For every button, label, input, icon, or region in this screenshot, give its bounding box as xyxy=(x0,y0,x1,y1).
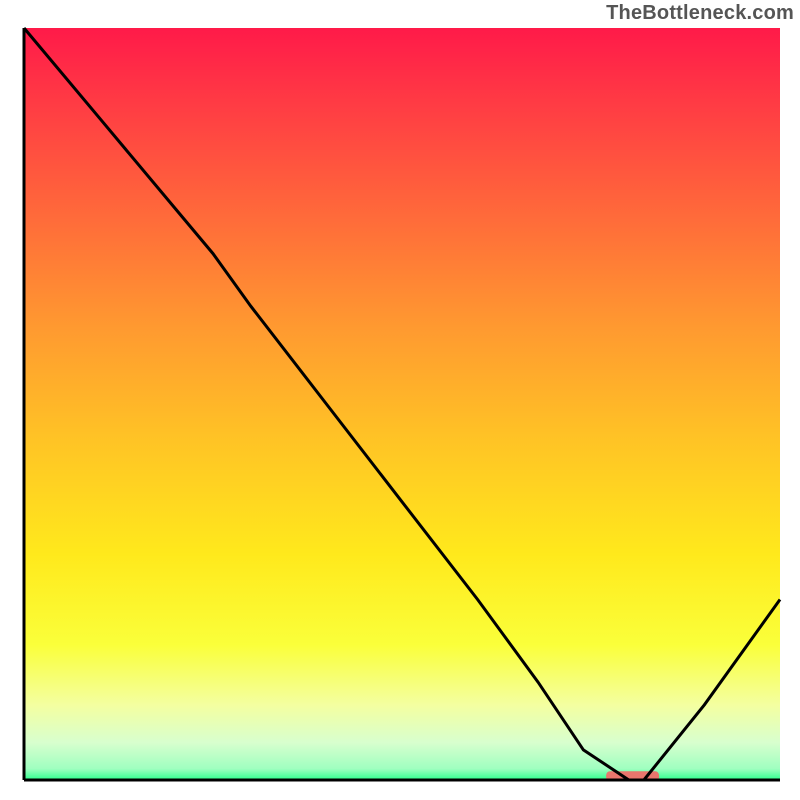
chart-canvas: TheBottleneck.com xyxy=(0,0,800,800)
watermark-text: TheBottleneck.com xyxy=(606,2,794,25)
plot-background xyxy=(24,28,780,780)
bottleneck-chart xyxy=(0,0,800,800)
